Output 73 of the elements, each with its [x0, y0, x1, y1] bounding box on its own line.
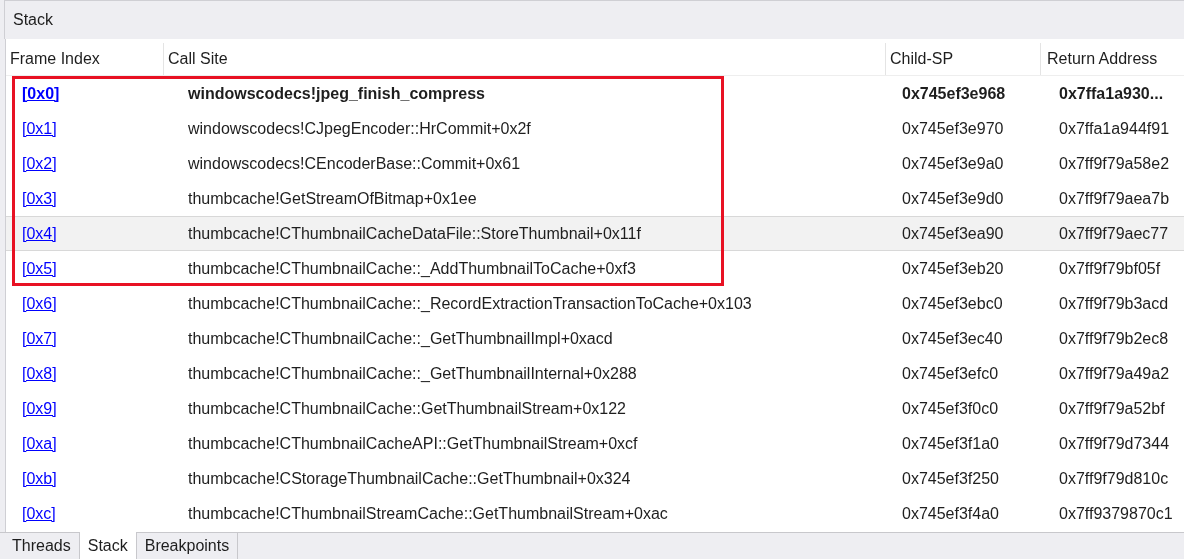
call-site: thumbcache!CThumbnailCache::GetThumbnailStream+0x122: [188, 399, 626, 417]
return-address: 0x7ff9f79a52bf: [1059, 399, 1165, 417]
panel-title: Stack: [13, 11, 53, 29]
frame-link[interactable]: [0xa]: [22, 434, 57, 452]
call-site: windowscodecs!jpeg_finish_compress: [188, 84, 485, 102]
child-sp: 0x745ef3f250: [902, 469, 999, 487]
stack-row[interactable]: [0x5] thumbcache!CThumbnailCache::_AddThumbnailToCache+0xf3 0x745ef3eb20 0x7ff9f79bf05f: [6, 251, 1184, 286]
call-site: thumbcache!CStorageThumbnailCache::GetThumbnail+0x324: [188, 469, 631, 487]
call-site: thumbcache!CThumbnailStreamCache::GetThumbnailStream+0xac: [188, 504, 668, 522]
return-address: 0x7ff9f79d810c: [1059, 469, 1169, 487]
stack-row[interactable]: [0x2] windowscodecs!CEncoderBase::Commit+0x61 0x745ef3e9a0 0x7ff9f79a58e2: [6, 146, 1184, 181]
call-site: thumbcache!CThumbnailCache::_AddThumbnailToCache+0xf3: [188, 259, 636, 277]
child-sp: 0x745ef3f1a0: [902, 434, 999, 452]
return-address: 0x7ffa1a930...: [1059, 84, 1164, 102]
child-sp: 0x745ef3ea90: [902, 224, 1004, 242]
tab[interactable]: Breakpoints: [136, 533, 239, 559]
frame-link[interactable]: [0xb]: [22, 469, 57, 487]
tab[interactable]: Stack: [79, 532, 137, 559]
return-address: 0x7ffa1a944f91: [1059, 119, 1170, 137]
call-site: thumbcache!CThumbnailCache::_GetThumbnailImpl+0xacd: [188, 329, 613, 347]
column-header[interactable]: Frame Index: [6, 43, 164, 75]
return-address: 0x7ff9f79b2ec8: [1059, 329, 1169, 347]
stack-row[interactable]: [0xa] thumbcache!CThumbnailCacheAPI::GetThumbnailStream+0xcf 0x745ef3f1a0 0x7ff9f79d7344: [6, 426, 1184, 461]
frame-link[interactable]: [0x8]: [22, 364, 57, 382]
call-site: thumbcache!CThumbnailCache::_RecordExtractionTransactionToCache+0x103: [188, 294, 752, 312]
frame-link[interactable]: [0x0]: [22, 84, 60, 102]
stack-row[interactable]: [0x4] thumbcache!CThumbnailCacheDataFile::StoreThumbnail+0x11f 0x745ef3ea90 0x7ff9f79aec77: [6, 216, 1184, 251]
return-address: 0x7ff9f79bf05f: [1059, 259, 1161, 277]
call-site: thumbcache!CThumbnailCache::_GetThumbnailInternal+0x288: [188, 364, 637, 382]
return-address: 0x7ff9f79a49a2: [1059, 364, 1170, 382]
child-sp: 0x745ef3e968: [902, 84, 1006, 102]
child-sp: 0x745ef3f0c0: [902, 399, 999, 417]
call-site: thumbcache!CThumbnailCacheAPI::GetThumbnailStream+0xcf: [188, 434, 638, 452]
stack-row[interactable]: [0x0] windowscodecs!jpeg_finish_compress 0x745ef3e968 0x7ffa1a930...: [6, 76, 1184, 111]
child-sp: 0x745ef3eb20: [902, 259, 1004, 277]
frame-link[interactable]: [0x9]: [22, 399, 57, 417]
child-sp: 0x745ef3e970: [902, 119, 1004, 137]
return-address: 0x7ff9f79b3acd: [1059, 294, 1169, 312]
frame-link[interactable]: [0x1]: [22, 119, 57, 137]
child-sp: 0x745ef3e9d0: [902, 189, 1004, 207]
column-header[interactable]: Call Site: [164, 43, 886, 75]
return-address: 0x7ff9f79a58e2: [1059, 154, 1170, 172]
return-address: 0x7ff9f79d7344: [1059, 434, 1170, 452]
return-address: 0x7ff9f79aec77: [1059, 224, 1169, 242]
frame-link[interactable]: [0x2]: [22, 154, 57, 172]
stack-row[interactable]: [0x3] thumbcache!GetStreamOfBitmap+0x1ee 0x745ef3e9d0 0x7ff9f79aea7b: [6, 181, 1184, 216]
column-header[interactable]: Child-SP: [886, 43, 1041, 75]
child-sp: 0x745ef3e9a0: [902, 154, 1004, 172]
frame-link[interactable]: [0x6]: [22, 294, 57, 312]
return-address: 0x7ff9379870c1: [1059, 504, 1173, 522]
stack-row[interactable]: [0xb] thumbcache!CStorageThumbnailCache::GetThumbnail+0x324 0x745ef3f250 0x7ff9f79d810c: [6, 461, 1184, 496]
stack-row[interactable]: [0x1] windowscodecs!CJpegEncoder::HrCommit+0x2f 0x745ef3e970 0x7ffa1a944f91: [6, 111, 1184, 146]
call-site: thumbcache!GetStreamOfBitmap+0x1ee: [188, 189, 477, 207]
call-site: thumbcache!CThumbnailCacheDataFile::StoreThumbnail+0x11f: [188, 224, 641, 242]
frame-link[interactable]: [0x7]: [22, 329, 57, 347]
call-site: windowscodecs!CJpegEncoder::HrCommit+0x2f: [188, 119, 531, 137]
frame-link[interactable]: [0x4]: [22, 224, 57, 242]
frame-link[interactable]: [0x5]: [22, 259, 57, 277]
stack-row[interactable]: [0x7] thumbcache!CThumbnailCache::_GetThumbnailImpl+0xacd 0x745ef3ec40 0x7ff9f79b2ec8: [6, 321, 1184, 356]
child-sp: 0x745ef3ec40: [902, 329, 1003, 347]
frame-link[interactable]: [0x3]: [22, 189, 57, 207]
stack-row[interactable]: [0x6] thumbcache!CThumbnailCache::_RecordExtractionTransactionToCache+0x103 0x745ef3ebc0 0x7ff9f79b3acd: [6, 286, 1184, 321]
stack-row[interactable]: [0x9] thumbcache!CThumbnailCache::GetThumbnailStream+0x122 0x745ef3f0c0 0x7ff9f79a52bf: [6, 391, 1184, 426]
child-sp: 0x745ef3efc0: [902, 364, 999, 382]
tab[interactable]: Threads: [4, 533, 80, 559]
column-header[interactable]: Return Address: [1041, 43, 1184, 75]
call-site: windowscodecs!CEncoderBase::Commit+0x61: [188, 154, 521, 172]
stack-row[interactable]: [0xc] thumbcache!CThumbnailStreamCache::GetThumbnailStream+0xac 0x745ef3f4a0 0x7ff9379870c1: [6, 496, 1184, 531]
return-address: 0x7ff9f79aea7b: [1059, 189, 1170, 207]
child-sp: 0x745ef3f4a0: [902, 504, 999, 522]
stack-row[interactable]: [0x8] thumbcache!CThumbnailCache::_GetThumbnailInternal+0x288 0x745ef3efc0 0x7ff9f79a49a2: [6, 356, 1184, 391]
frame-link[interactable]: [0xc]: [22, 504, 56, 522]
child-sp: 0x745ef3ebc0: [902, 294, 1003, 312]
